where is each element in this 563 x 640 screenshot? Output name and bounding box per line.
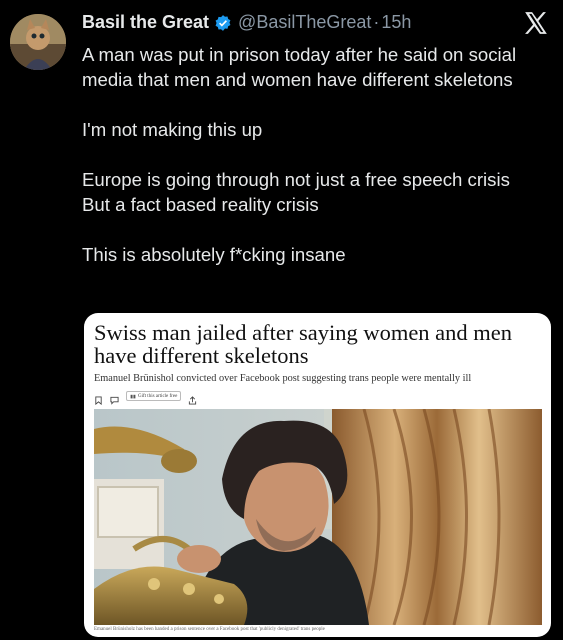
avatar[interactable] [10, 14, 66, 70]
timestamp[interactable]: 15h [381, 12, 411, 33]
article-headline: Swiss man jailed after saying women and … [94, 320, 513, 368]
separator-dot: · [373, 12, 380, 32]
gift-article-button: Gift this article free [126, 391, 182, 401]
tweet-line: But a fact based reality crisis [82, 194, 319, 215]
article-toolbar: Gift this article free [94, 390, 197, 405]
article-subheadline: Emanuel Brünishol convicted over Faceboo… [94, 373, 472, 384]
tweet-line: I'm not making this up [82, 119, 263, 140]
x-logo-icon [523, 10, 549, 36]
tweet-line: A man was put in prison today after he s… [82, 44, 517, 90]
photo-caption: Emanuel Brünisholz has been handed a pri… [94, 627, 325, 632]
tweet-line: This is absolutely f*cking insane [82, 244, 346, 265]
gift-label: Gift this article free [138, 393, 178, 399]
tweet-line: Europe is going through not just a free … [82, 169, 510, 190]
article-photo [94, 409, 542, 625]
comment-icon [110, 392, 119, 405]
article-card[interactable]: Swiss man jailed after saying women and … [84, 313, 551, 637]
author-handle[interactable]: @BasilTheGreat [238, 12, 371, 33]
gift-icon [130, 393, 136, 399]
tweet-body: A man was put in prison today after he s… [82, 42, 552, 267]
verified-badge-icon [214, 14, 232, 32]
share-icon [188, 392, 197, 405]
bookmark-icon [94, 392, 103, 405]
author-name[interactable]: Basil the Great [82, 12, 209, 33]
tweet-header: Basil the Great @BasilTheGreat · 15h [82, 12, 411, 33]
